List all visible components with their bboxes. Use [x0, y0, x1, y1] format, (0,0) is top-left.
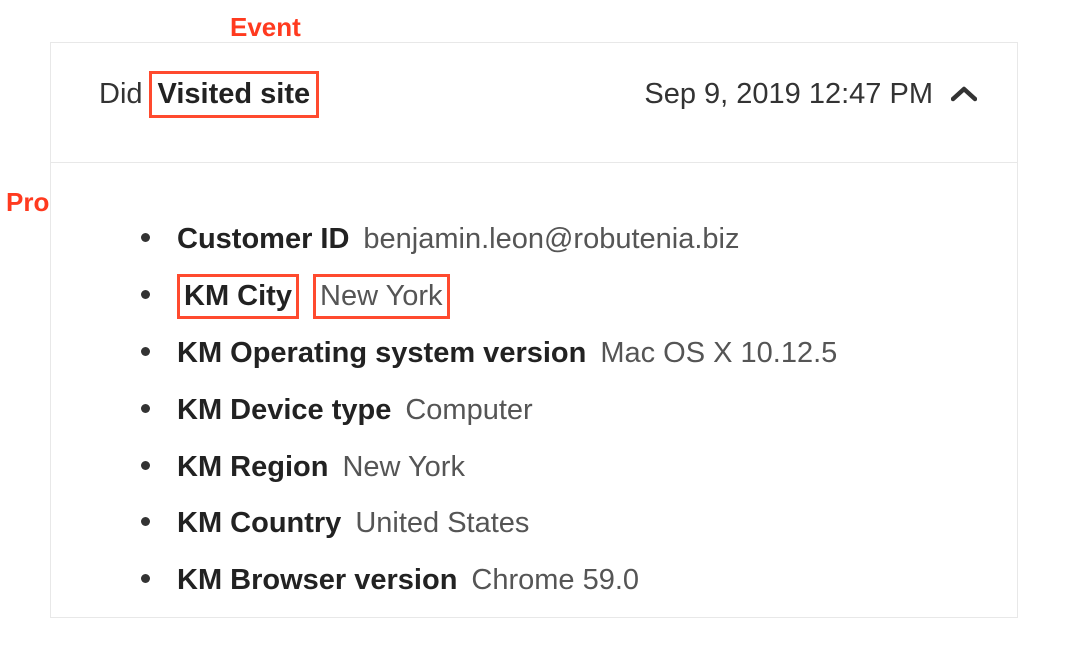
property-name: KM Operating system version: [177, 337, 586, 369]
property-name: KM Device type: [177, 394, 391, 426]
property-name: KM Browser version: [177, 564, 457, 596]
event-timestamp: Sep 9, 2019 12:47 PM: [644, 78, 933, 111]
list-item: Customer ID benjamin.leon@robutenia.biz: [147, 211, 977, 268]
event-name: Visited site: [149, 71, 320, 118]
list-item: KM Region New York: [147, 439, 977, 496]
property-value: New York: [313, 274, 450, 319]
property-list: Customer ID benjamin.leon@robutenia.biz KM…: [91, 211, 977, 610]
list-item: KM Country United States: [147, 495, 977, 552]
property-name: KM City: [177, 274, 299, 319]
property-name: KM Region: [177, 451, 328, 483]
event-card: Did Visited site Sep 9, 2019 12:47 PM Cu…: [50, 42, 1018, 618]
list-item: KM City New York: [147, 268, 977, 325]
event-title: Did Visited site: [99, 71, 319, 118]
property-value: Mac OS X 10.12.5: [600, 337, 837, 369]
list-item: KM Device type Computer: [147, 382, 977, 439]
property-name: KM Country: [177, 507, 341, 539]
event-card-header[interactable]: Did Visited site Sep 9, 2019 12:47 PM: [51, 43, 1017, 163]
property-value: New York: [342, 451, 465, 483]
property-value: benjamin.leon@robutenia.biz: [363, 223, 739, 255]
chevron-up-icon[interactable]: [951, 85, 977, 103]
event-meta: Sep 9, 2019 12:47 PM: [644, 78, 977, 111]
list-item: KM Browser version Chrome 59.0: [147, 552, 977, 609]
annotation-event-label: Event: [230, 12, 301, 43]
did-prefix: Did: [99, 78, 143, 111]
property-name: Customer ID: [177, 223, 349, 255]
property-value: United States: [355, 507, 529, 539]
list-item: KM Operating system version Mac OS X 10.1…: [147, 325, 977, 382]
property-value: Computer: [405, 394, 532, 426]
property-value: Chrome 59.0: [471, 564, 639, 596]
event-card-body: Customer ID benjamin.leon@robutenia.biz KM…: [51, 163, 1017, 618]
